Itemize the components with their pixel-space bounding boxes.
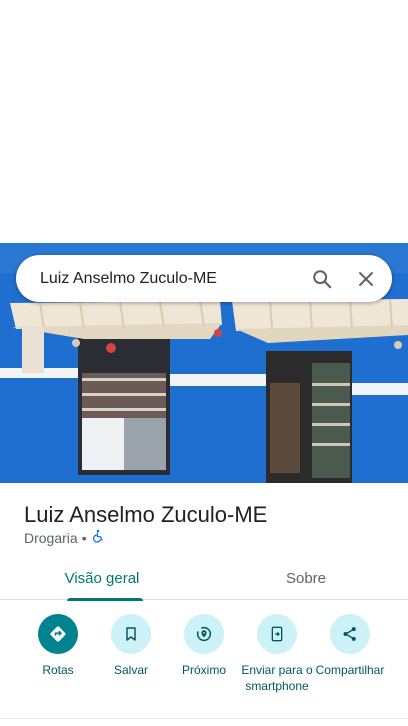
place-name: Luiz Anselmo Zuculo-ME [24, 502, 268, 527]
directions-button[interactable]: Rotas [16, 614, 100, 678]
nearby-button[interactable]: Próximo [162, 614, 246, 678]
send-to-phone-button[interactable]: Enviar para o smartphone [235, 614, 319, 694]
close-icon[interactable] [348, 261, 384, 297]
nearby-icon[interactable] [184, 614, 224, 654]
search-query[interactable]: Luiz Anselmo Zuculo-ME [40, 270, 304, 288]
place-subtitle: Drogaria • [24, 529, 105, 546]
tab-about-label: Sobre [285, 569, 327, 587]
active-tab-indicator [67, 598, 143, 601]
tab-about[interactable]: Sobre [204, 556, 408, 600]
divider [0, 718, 408, 719]
wheelchair-accessible-icon [91, 529, 105, 546]
place-category[interactable]: Drogaria [24, 530, 78, 546]
tab-overview-label: Visão geral [64, 569, 140, 587]
tab-bar: Visão geral Sobre [0, 556, 408, 601]
directions-icon[interactable] [38, 614, 78, 654]
search-icon[interactable] [304, 261, 340, 297]
tab-overview[interactable]: Visão geral [0, 556, 204, 601]
save-button[interactable]: Salvar [89, 614, 173, 678]
send-to-phone-label: Enviar para o smartphone [241, 663, 313, 693]
share-button[interactable]: Compartilhar [308, 614, 392, 678]
directions-label: Rotas [42, 663, 74, 677]
place-details-page: Luiz Anselmo Zuculo-ME Luiz Anselmo Zucu… [0, 0, 408, 726]
bookmark-icon[interactable] [111, 614, 151, 654]
share-icon[interactable] [330, 614, 370, 654]
share-label: Compartilhar [315, 663, 385, 677]
action-buttons: Rotas Salvar Próximo Enviar para o smart… [0, 614, 408, 714]
separator: • [81, 529, 87, 546]
save-label: Salvar [113, 663, 148, 677]
search-bar[interactable]: Luiz Anselmo Zuculo-ME [16, 255, 392, 302]
nearby-label: Próximo [181, 663, 226, 677]
send-to-phone-icon[interactable] [257, 614, 297, 654]
